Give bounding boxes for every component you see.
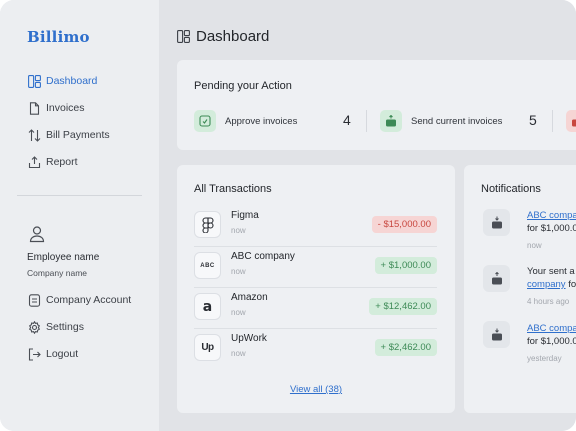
transaction-name: ABC company — [231, 251, 295, 262]
notification-time: yesterday — [527, 354, 562, 363]
sidebar-item-dashboard[interactable]: Dashboard — [27, 73, 97, 89]
pending-item-approve[interactable]: Approve invoices — [194, 109, 297, 133]
send-invoice-icon — [380, 110, 402, 132]
dashboard-icon — [27, 74, 41, 88]
sidebar-item-company-account[interactable]: Company Account — [27, 292, 131, 308]
app-frame: Billimo Dashboard Invoices Bill Payments… — [0, 0, 576, 431]
transaction-time: now — [231, 349, 246, 358]
invoice-icon — [27, 101, 41, 115]
page-title-text: Dashboard — [196, 28, 270, 45]
approve-icon — [194, 110, 216, 132]
transaction-amount: + $1,000.00 — [374, 257, 437, 274]
notification-item[interactable]: ABC compa for $1,000.0 — [527, 209, 576, 235]
abc-logo: ABC — [194, 252, 221, 279]
notification-time: now — [527, 241, 542, 250]
transaction-name: UpWork — [231, 333, 267, 344]
pending-item-label: Approve invoices — [225, 115, 298, 127]
notification-item[interactable]: Your sent a company fo — [527, 265, 576, 291]
pending-item-label: Send current invoices — [411, 115, 503, 127]
notification-link[interactable]: ABC compa — [527, 210, 576, 221]
sidebar: Billimo Dashboard Invoices Bill Payments… — [0, 0, 159, 431]
pending-item-send[interactable]: Send current invoices — [380, 109, 502, 133]
pending-item-partial[interactable] — [566, 109, 576, 133]
sidebar-item-label: Logout — [46, 348, 79, 360]
notification-link[interactable]: company — [527, 279, 566, 290]
sidebar-item-label: Invoices — [46, 102, 85, 114]
logout-icon — [27, 347, 41, 361]
company-account-icon — [27, 293, 41, 307]
transaction-row[interactable]: a Amazon now + $12,462.00 — [194, 288, 437, 329]
download-card-icon — [483, 321, 510, 348]
gear-icon — [27, 320, 41, 334]
pending-separator — [366, 110, 367, 132]
company-name: Company name — [27, 268, 88, 278]
pending-count: 5 — [529, 112, 537, 128]
transaction-name: Amazon — [231, 292, 268, 303]
download-card-icon — [483, 209, 510, 236]
pending-separator — [552, 110, 553, 132]
notification-text: for $1,000.0 — [527, 336, 576, 347]
transactions-title: All Transactions — [194, 183, 272, 195]
sidebar-item-label: Bill Payments — [46, 129, 110, 141]
amazon-logo: a — [194, 293, 221, 320]
transaction-row[interactable]: Figma now - $15,000.00 — [194, 206, 437, 247]
employee-name: Employee name — [27, 252, 100, 263]
view-all-link[interactable]: View all (38) — [177, 384, 455, 395]
user-avatar-icon[interactable] — [27, 224, 47, 244]
dashboard-icon — [177, 29, 191, 44]
pending-count: 4 — [343, 112, 351, 128]
notification-text: for $1,000.0 — [527, 223, 576, 234]
sidebar-item-label: Company Account — [46, 294, 132, 306]
brand-logo[interactable]: Billimo — [27, 28, 90, 46]
sidebar-item-invoices[interactable]: Invoices — [27, 100, 85, 116]
sidebar-item-label: Settings — [46, 321, 84, 333]
pending-title: Pending your Action — [194, 80, 292, 92]
notifications-card: Notifications ABC compa for $1,000.0 now… — [464, 165, 576, 413]
figma-logo-icon — [194, 211, 221, 238]
transaction-amount: + $12,462.00 — [369, 298, 437, 315]
notifications-title: Notifications — [481, 183, 541, 195]
report-icon — [27, 155, 41, 169]
upload-card-icon — [483, 265, 510, 292]
transaction-time: now — [231, 226, 246, 235]
upwork-logo: Up — [194, 334, 221, 361]
transaction-amount: + $2,462.00 — [374, 339, 437, 356]
notification-item[interactable]: ABC compa for $1,000.0 — [527, 322, 576, 348]
notification-link[interactable]: ABC compa — [527, 323, 576, 334]
pending-actions-card: Pending your Action Approve invoices 4 S… — [177, 60, 576, 150]
transaction-amount: - $15,000.00 — [371, 216, 437, 233]
transaction-time: now — [231, 267, 246, 276]
sidebar-item-logout[interactable]: Logout — [27, 346, 78, 362]
arrows-updown-icon — [27, 128, 41, 142]
transactions-card: All Transactions Figma now - $15,000.00 … — [177, 165, 455, 413]
page-title: Dashboard — [177, 28, 269, 45]
transaction-name: Figma — [231, 210, 259, 221]
notification-text: Your sent a — [527, 266, 575, 277]
sidebar-item-settings[interactable]: Settings — [27, 319, 84, 335]
transaction-row[interactable]: ABC ABC company now + $1,000.00 — [194, 247, 437, 288]
sidebar-divider — [17, 195, 142, 196]
sidebar-item-bill-payments[interactable]: Bill Payments — [27, 127, 110, 143]
transaction-row[interactable]: Up UpWork now + $2,462.00 — [194, 329, 437, 370]
transaction-time: now — [231, 308, 246, 317]
main-content: Dashboard Pending your Action Approve in… — [159, 0, 576, 431]
notification-time: 4 hours ago — [527, 297, 570, 306]
sidebar-item-label: Report — [46, 156, 78, 168]
sidebar-item-report[interactable]: Report — [27, 154, 78, 170]
sidebar-item-label: Dashboard — [46, 75, 98, 87]
overdue-icon — [566, 110, 576, 132]
notification-text: fo — [565, 279, 576, 290]
